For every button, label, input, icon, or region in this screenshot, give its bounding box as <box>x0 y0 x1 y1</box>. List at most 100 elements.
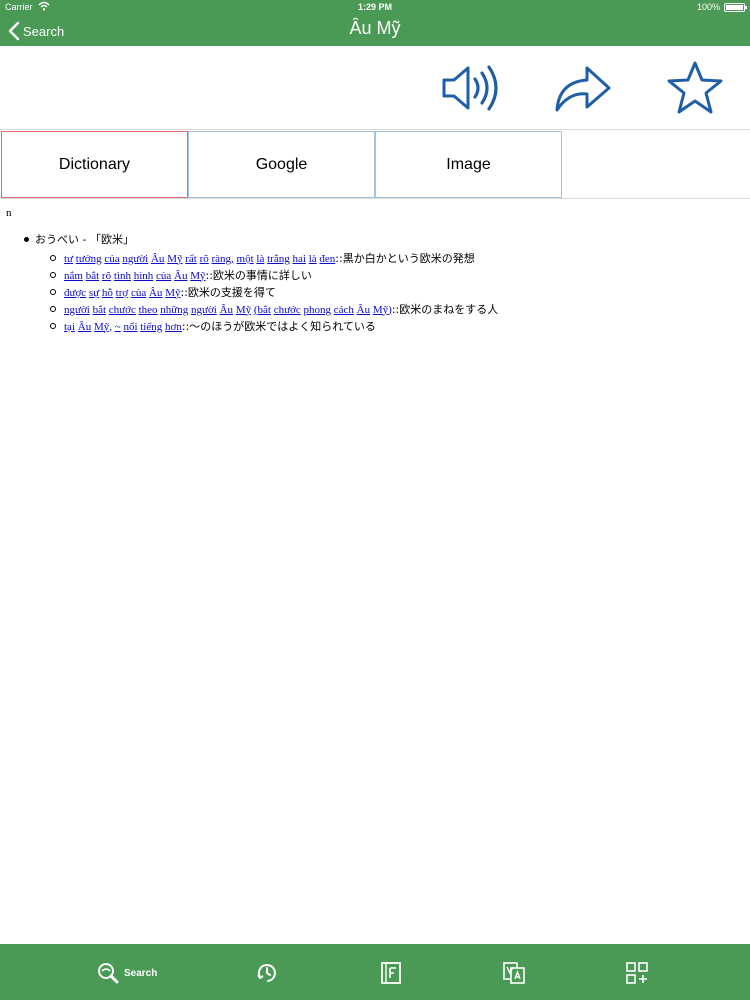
circle-bullet <box>50 271 56 278</box>
word-link[interactable]: Âu <box>78 321 91 333</box>
word-link[interactable]: Âu <box>149 287 162 299</box>
word-link[interactable]: là <box>309 253 317 265</box>
word-link[interactable]: hơn <box>165 321 182 333</box>
word-link[interactable]: người <box>122 253 148 265</box>
word-link[interactable]: đen <box>319 253 335 265</box>
vocabulary-icon <box>503 962 525 984</box>
word-link[interactable]: được <box>64 287 86 299</box>
word-link[interactable]: rất <box>185 253 197 265</box>
bottom-tab-bar: Search <box>0 944 750 1000</box>
word-link[interactable]: hai <box>292 253 305 265</box>
example-item: được sự hỗ trợ của Âu Mỹ::欧米の支援を得て <box>50 283 724 300</box>
tabbar-vocabulary[interactable] <box>502 960 526 986</box>
share-button[interactable] <box>552 60 614 116</box>
tabbar-search-label: Search <box>124 967 158 979</box>
word-link[interactable]: người <box>64 304 90 316</box>
action-toolbar <box>0 46 750 130</box>
circle-bullet <box>50 305 56 312</box>
circle-bullet <box>50 322 56 329</box>
word-link[interactable]: phong <box>304 304 332 316</box>
word-link[interactable]: trợ <box>116 287 129 299</box>
tab-image[interactable]: Image <box>375 131 562 198</box>
word-link[interactable]: của <box>104 253 119 265</box>
circle-bullet <box>50 254 56 261</box>
word-link[interactable]: tình <box>114 270 131 282</box>
word-link[interactable]: một <box>237 253 254 265</box>
word-link[interactable]: trắng <box>267 253 290 265</box>
example-item: tư tưởng của người Âu Mỹ rất rõ ràng, mộ… <box>50 249 724 266</box>
word-link[interactable]: bắt <box>86 270 99 282</box>
word-link[interactable]: tiếng <box>140 321 162 333</box>
battery-percentage: 100% <box>696 2 720 12</box>
search-icon <box>98 963 119 984</box>
favorite-button[interactable] <box>664 60 726 116</box>
flashcard-icon <box>381 962 401 984</box>
example-translation: ::欧米の支援を得て <box>180 285 276 299</box>
navigation-bar: Carrier 1:29 PM 100% Search Âu Mỹ <box>0 0 750 46</box>
example-item: người bắt chước theo những người Âu Mỹ (… <box>50 300 724 317</box>
word-link[interactable]: nắm <box>64 270 83 282</box>
status-bar: Carrier 1:29 PM 100% <box>0 0 750 14</box>
word-link[interactable]: tưởng <box>76 253 102 265</box>
word-link[interactable]: Âu <box>357 304 370 316</box>
source-tabs: Dictionary Google Image <box>0 130 750 199</box>
word-link[interactable]: Mỹ, <box>94 321 112 333</box>
word-link[interactable]: là <box>256 253 264 265</box>
word-link[interactable]: của <box>131 287 146 299</box>
grid-icon <box>626 962 648 984</box>
word-link[interactable]: Mỹ <box>236 304 251 316</box>
word-link[interactable]: rõ <box>102 270 111 282</box>
example-text: nắm bắt rõ tình hình của Âu Mỹ::欧米の事情に詳し… <box>64 267 312 283</box>
bullet <box>24 236 29 242</box>
tabbar-more[interactable] <box>625 960 649 986</box>
tabbar-history[interactable] <box>256 960 278 986</box>
tabbar-search[interactable]: Search <box>97 960 157 986</box>
word-link[interactable]: hình <box>134 270 154 282</box>
dictionary-content: n おうべい - 「欧米」 tư tưởng của người Âu Mỹ r… <box>0 200 750 944</box>
word-link[interactable]: bắt <box>93 304 106 316</box>
word-link[interactable]: rõ <box>200 253 209 265</box>
example-item: tại Âu Mỹ, ~ nổi tiếng hơn::～のほうが欧米ではよく知… <box>50 317 724 334</box>
example-text: được sự hỗ trợ của Âu Mỹ::欧米の支援を得て <box>64 284 276 300</box>
history-icon <box>257 964 276 982</box>
battery-icon <box>724 3 747 12</box>
word-link[interactable]: nổi <box>123 321 137 333</box>
word-link[interactable]: sự <box>89 287 99 299</box>
word-link[interactable]: Mỹ) <box>373 304 392 316</box>
example-translation: ::欧米の事情に詳しい <box>205 268 312 282</box>
word-link[interactable]: chước <box>109 304 136 316</box>
entry-headword: おうべい - 「欧米」 <box>24 232 724 246</box>
tab-google[interactable]: Google <box>188 131 375 198</box>
example-translation: ::～のほうが欧米ではよく知られている <box>181 319 376 333</box>
part-of-speech: n <box>6 207 12 219</box>
clock: 1:29 PM <box>357 2 392 12</box>
word-link[interactable]: những <box>160 304 188 316</box>
word-link[interactable]: Âu <box>174 270 187 282</box>
tabbar-flashcard[interactable] <box>380 960 402 986</box>
word-link[interactable]: (bắt <box>254 304 271 316</box>
example-text: tại Âu Mỹ, ~ nổi tiếng hơn::～のほうが欧米ではよく知… <box>64 318 376 334</box>
example-translation: ::黒か白かという欧米の発想 <box>335 251 475 265</box>
tab-dictionary[interactable]: Dictionary <box>1 131 188 198</box>
word-link[interactable]: Âu <box>220 304 233 316</box>
word-link[interactable]: tại <box>64 321 75 333</box>
word-link[interactable]: của <box>156 270 171 282</box>
word-link[interactable]: theo <box>139 304 158 316</box>
word-link[interactable]: Mỹ <box>167 253 182 265</box>
example-text: tư tưởng của người Âu Mỹ rất rõ ràng, mộ… <box>64 250 475 266</box>
word-link[interactable]: Mỹ <box>190 270 205 282</box>
share-icon <box>555 66 611 112</box>
word-link[interactable]: hỗ <box>102 287 113 299</box>
word-link[interactable]: ~ <box>115 321 121 333</box>
word-link[interactable]: Âu <box>151 253 164 265</box>
word-link[interactable]: Mỹ <box>165 287 180 299</box>
word-link[interactable]: chước <box>274 304 301 316</box>
word-link[interactable]: người <box>191 304 217 316</box>
example-translation: ::欧米のまねをする人 <box>391 302 499 316</box>
word-link[interactable]: tư <box>64 253 73 265</box>
speaker-icon <box>442 65 498 111</box>
example-list: tư tưởng của người Âu Mỹ rất rõ ràng, mộ… <box>50 249 724 334</box>
speak-button[interactable] <box>440 60 502 116</box>
word-link[interactable]: ràng, <box>212 253 234 265</box>
word-link[interactable]: cách <box>334 304 354 316</box>
